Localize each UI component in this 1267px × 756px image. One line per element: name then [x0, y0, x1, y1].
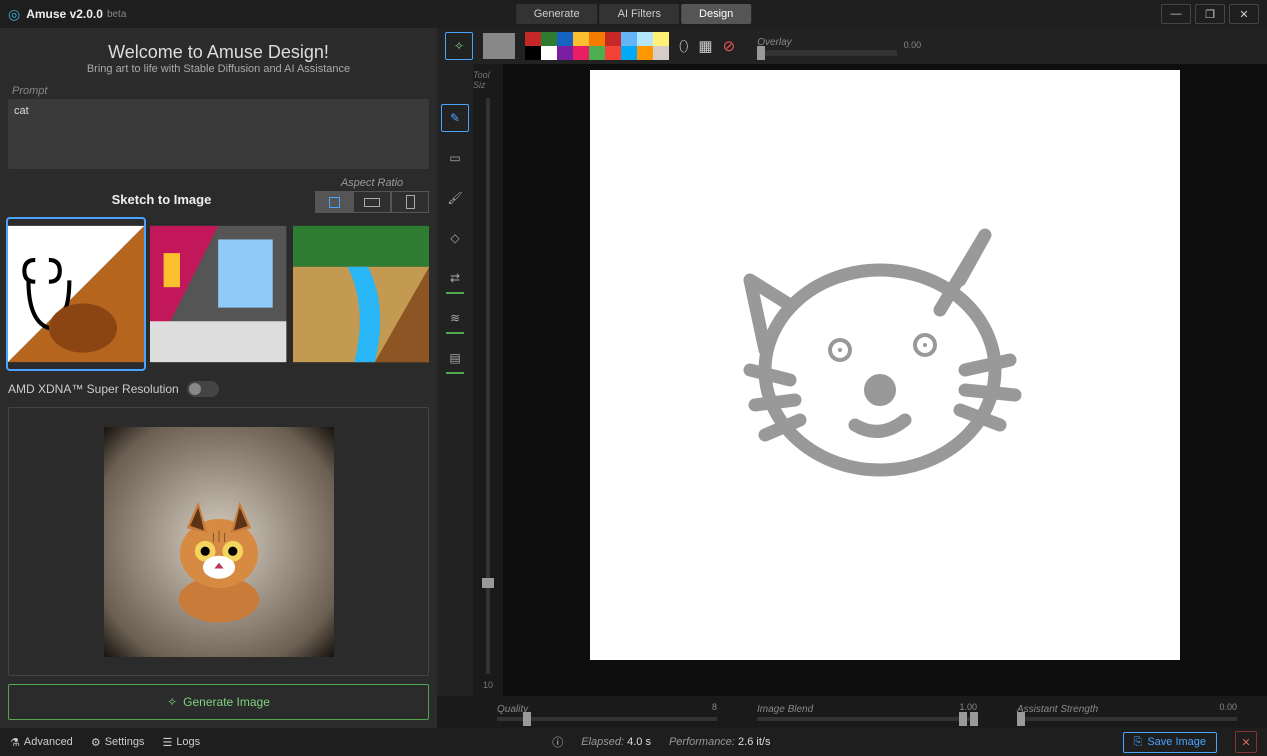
drawing-canvas[interactable] — [590, 70, 1180, 660]
layers-tool[interactable]: ▤ — [441, 344, 469, 372]
right-panel: ✧ ⬯ ▦ ⊘ Overlay 0.00 ✎ ▭ — [437, 28, 1267, 728]
color-swatch[interactable] — [573, 32, 589, 46]
color-swatch[interactable] — [525, 46, 541, 60]
canvas-toolbar: ✧ ⬯ ▦ ⊘ Overlay 0.00 — [437, 28, 1267, 64]
color-palette — [525, 32, 669, 60]
wand-icon: ✧ — [167, 695, 177, 709]
canvas-area — [503, 64, 1267, 696]
color-swatch[interactable] — [525, 32, 541, 46]
blend-value: 1.00 — [959, 702, 977, 712]
mode-thumb-landscape[interactable] — [293, 219, 429, 369]
quality-value: 8 — [712, 702, 717, 712]
current-color-swatch[interactable] — [483, 33, 515, 59]
tab-ai-filters[interactable]: AI Filters — [600, 4, 679, 24]
color-swatch[interactable] — [589, 46, 605, 60]
color-swatch[interactable] — [605, 46, 621, 60]
clear-icon[interactable]: ⊘ — [723, 37, 736, 55]
close-button[interactable]: ✕ — [1229, 4, 1259, 24]
super-resolution-label: AMD XDNA™ Super Resolution — [8, 382, 179, 396]
overlay-slider[interactable]: 0.00 — [757, 50, 897, 56]
color-swatch[interactable] — [653, 46, 669, 60]
welcome-heading: Welcome to Amuse Design! — [8, 42, 429, 63]
mode-label: Sketch to Image — [8, 192, 315, 213]
quality-slider[interactable] — [497, 717, 717, 721]
app-title: Amuse v2.0.0 — [26, 7, 103, 21]
result-preview — [8, 407, 429, 676]
tool-size-label: Tool Siz — [473, 70, 503, 90]
tab-generate[interactable]: Generate — [516, 4, 598, 24]
color-swatch[interactable] — [637, 46, 653, 60]
tool-size-slider[interactable] — [486, 98, 490, 674]
aspect-square-button[interactable] — [315, 191, 353, 213]
fill-icon[interactable]: ⬯ — [679, 38, 688, 55]
left-panel: Welcome to Amuse Design! Bring art to li… — [0, 28, 437, 728]
settings-link[interactable]: ⚙Settings — [91, 736, 145, 749]
super-resolution-toggle[interactable] — [187, 381, 219, 397]
color-swatch[interactable] — [605, 32, 621, 46]
delete-button[interactable]: ✕ — [1235, 731, 1257, 753]
advanced-link[interactable]: ⚗Advanced — [10, 736, 73, 749]
color-swatch[interactable] — [653, 32, 669, 46]
title-bar: ◎ Amuse v2.0.0 beta Generate AI Filters … — [0, 0, 1267, 28]
shuffle-tool[interactable]: ⇄ — [441, 264, 469, 292]
tool-column: ✎ ▭ 🖌 ◇ ⇄ ≋ ▤ — [437, 64, 473, 696]
pencil-tool[interactable]: ✎ — [441, 104, 469, 132]
aspect-portrait-button[interactable] — [391, 191, 429, 213]
assist-value: 0.00 — [1219, 702, 1237, 712]
blend-slider[interactable] — [757, 717, 977, 721]
app-logo-icon: ◎ — [8, 6, 20, 23]
save-image-button[interactable]: ⎘Save Image — [1123, 732, 1218, 753]
tab-design[interactable]: Design — [681, 4, 751, 24]
eraser-tool[interactable]: ◇ — [441, 224, 469, 252]
generate-button[interactable]: ✧ Generate Image — [8, 684, 429, 720]
color-swatch[interactable] — [573, 46, 589, 60]
prompt-input[interactable]: cat — [14, 105, 423, 163]
color-swatch[interactable] — [541, 32, 557, 46]
welcome-sub: Bring art to life with Stable Diffusion … — [8, 63, 429, 75]
auto-generate-toggle[interactable]: ✧ — [445, 32, 473, 60]
aspect-landscape-button[interactable] — [353, 191, 391, 213]
color-swatch[interactable] — [589, 32, 605, 46]
prompt-label: Prompt — [12, 85, 429, 97]
assist-slider[interactable] — [1017, 717, 1237, 721]
color-swatch[interactable] — [637, 32, 653, 46]
status-bar: ⚗Advanced ⚙Settings ☰Logs ⓘ Elapsed: 4.0… — [0, 728, 1267, 756]
color-swatch[interactable] — [557, 46, 573, 60]
minimize-button[interactable]: — — [1161, 4, 1191, 24]
enhance-tool[interactable]: ≋ — [441, 304, 469, 332]
image-icon[interactable]: ▦ — [698, 37, 712, 55]
mode-thumb-segment[interactable] — [150, 219, 286, 369]
bottom-sliders: Quality 8 Image Blend 1.00 Assistant Str… — [437, 696, 1267, 728]
color-swatch[interactable] — [541, 46, 557, 60]
elapsed-metric: Elapsed: 4.0 s — [581, 736, 651, 748]
performance-metric: Performance: 2.6 it/s — [669, 736, 771, 748]
color-swatch[interactable] — [557, 32, 573, 46]
aspect-ratio-label: Aspect Ratio — [341, 177, 403, 189]
color-swatch[interactable] — [621, 32, 637, 46]
save-icon: ⎘ — [1134, 736, 1143, 749]
tool-size-column: Tool Siz 10 — [473, 64, 503, 696]
overlay-value: 0.00 — [904, 40, 922, 50]
color-swatch[interactable] — [621, 46, 637, 60]
fill-tool[interactable]: ▭ — [441, 144, 469, 172]
overlay-label: Overlay — [757, 37, 897, 48]
logs-link[interactable]: ☰Logs — [162, 736, 200, 749]
mode-thumb-sketch[interactable] — [8, 219, 144, 369]
tool-size-value: 10 — [483, 680, 493, 690]
blend-label: Image Blend — [757, 704, 977, 715]
result-image — [104, 427, 334, 657]
log-icon: ☰ — [162, 736, 172, 749]
generate-label: Generate Image — [183, 695, 270, 709]
info-icon[interactable]: ⓘ — [552, 734, 563, 750]
gear-icon: ⚙ — [91, 736, 101, 749]
maximize-button[interactable]: ❐ — [1195, 4, 1225, 24]
prompt-box[interactable]: cat — [8, 99, 429, 169]
beta-tag: beta — [107, 9, 126, 20]
brush-tool[interactable]: 🖌 — [441, 184, 469, 212]
assist-label: Assistant Strength — [1017, 704, 1237, 715]
flask-icon: ⚗ — [10, 736, 20, 749]
